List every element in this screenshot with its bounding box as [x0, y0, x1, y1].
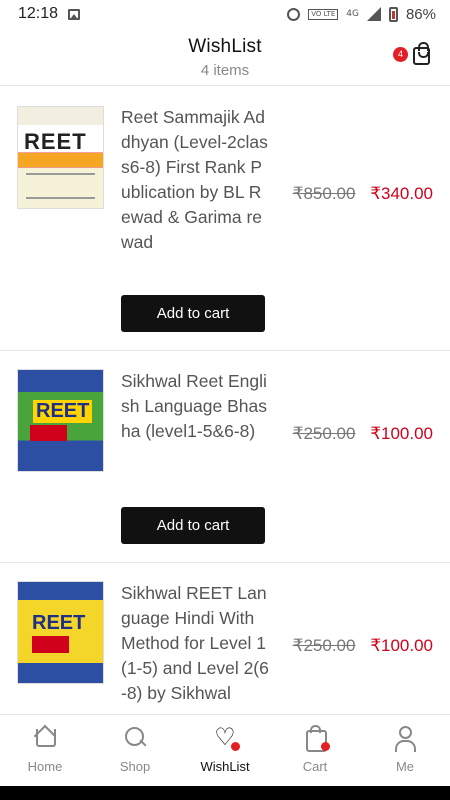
- nav-label: Me: [395, 759, 415, 774]
- notification-dot: [231, 742, 240, 751]
- cover-subtitle-band: [32, 636, 70, 653]
- nav-shop[interactable]: Shop: [90, 715, 180, 786]
- battery-icon: [388, 6, 398, 22]
- wishlist-list[interactable]: REET Reet Sammajik Addhyan (Level-2class…: [0, 87, 450, 714]
- volte-icon: VO LTE: [308, 8, 339, 20]
- book-cover-image[interactable]: REET: [17, 106, 104, 209]
- nav-label: Home: [27, 759, 63, 774]
- item-count: 4 items: [200, 62, 250, 79]
- product-title[interactable]: Sikhwal REET Language Hindi With Method …: [121, 581, 271, 706]
- bottom-navigation: Home Shop ♡ WishList Cart Me: [0, 714, 450, 786]
- wishlist-item[interactable]: REET Sikhwal Reet English Language Bhash…: [0, 351, 450, 563]
- book-cover-image[interactable]: REET: [17, 369, 104, 472]
- cart-count-badge: 4: [393, 47, 408, 62]
- product-title[interactable]: Sikhwal Reet English Language Bhasha (le…: [121, 369, 271, 444]
- alarm-icon: [287, 7, 301, 21]
- cover-subtitle-band: [30, 425, 68, 441]
- nav-label: Shop: [119, 759, 151, 774]
- wishlist-item[interactable]: REET Reet Sammajik Addhyan (Level-2class…: [0, 87, 450, 351]
- product-title[interactable]: Reet Sammajik Addhyan (Level-2class6-8) …: [121, 105, 271, 255]
- book-cover-image[interactable]: REET: [17, 581, 104, 684]
- nav-wishlist[interactable]: ♡ WishList: [180, 715, 270, 786]
- notification-dot: [321, 742, 330, 751]
- add-to-cart-button[interactable]: Add to cart: [121, 295, 265, 332]
- price-block: ₹250.00 ₹100.00: [293, 636, 433, 656]
- shopping-bag-icon: [413, 42, 430, 65]
- system-navigation-bar: [0, 786, 450, 800]
- cover-band: [18, 153, 103, 167]
- nav-me[interactable]: Me: [360, 715, 450, 786]
- signal-icon: [366, 7, 381, 21]
- search-icon: [122, 725, 148, 751]
- cover-heading: REET: [33, 400, 93, 423]
- nav-label: Cart: [302, 759, 328, 774]
- cover-text-lines: [26, 173, 95, 199]
- original-price: ₹250.00: [292, 636, 356, 655]
- person-icon: [392, 725, 418, 752]
- sale-price: ₹340.00: [370, 184, 433, 203]
- original-price: ₹850.00: [292, 184, 356, 203]
- image-notification-icon: [68, 8, 81, 20]
- nav-cart[interactable]: Cart: [270, 715, 360, 786]
- sale-price: ₹100.00: [370, 424, 433, 443]
- header-cart-button[interactable]: 4: [393, 42, 430, 71]
- home-icon: [32, 725, 58, 751]
- add-to-cart-button[interactable]: Add to cart: [121, 507, 265, 544]
- price-block: ₹850.00 ₹340.00: [293, 184, 433, 204]
- battery-level: 86%: [405, 5, 436, 23]
- cover-heading: REET: [32, 612, 86, 634]
- status-time: 12:18: [18, 5, 59, 22]
- wishlist-item[interactable]: REET Sikhwal REET Language Hindi With Me…: [0, 563, 450, 714]
- page-header: WishList 4 items 4: [0, 28, 450, 86]
- bag-icon: [302, 725, 330, 752]
- page-title: WishList: [188, 36, 262, 57]
- original-price: ₹250.00: [292, 424, 356, 443]
- sale-price: ₹100.00: [370, 636, 433, 655]
- price-block: ₹250.00 ₹100.00: [293, 424, 433, 444]
- nav-label: WishList: [200, 759, 250, 774]
- nav-home[interactable]: Home: [0, 715, 90, 786]
- status-bar: 12:18 VO LTE 4G 86%: [0, 0, 450, 28]
- heart-icon: ♡: [212, 725, 240, 751]
- cover-heading: REET: [24, 129, 87, 154]
- network-type: 4G: [346, 9, 359, 19]
